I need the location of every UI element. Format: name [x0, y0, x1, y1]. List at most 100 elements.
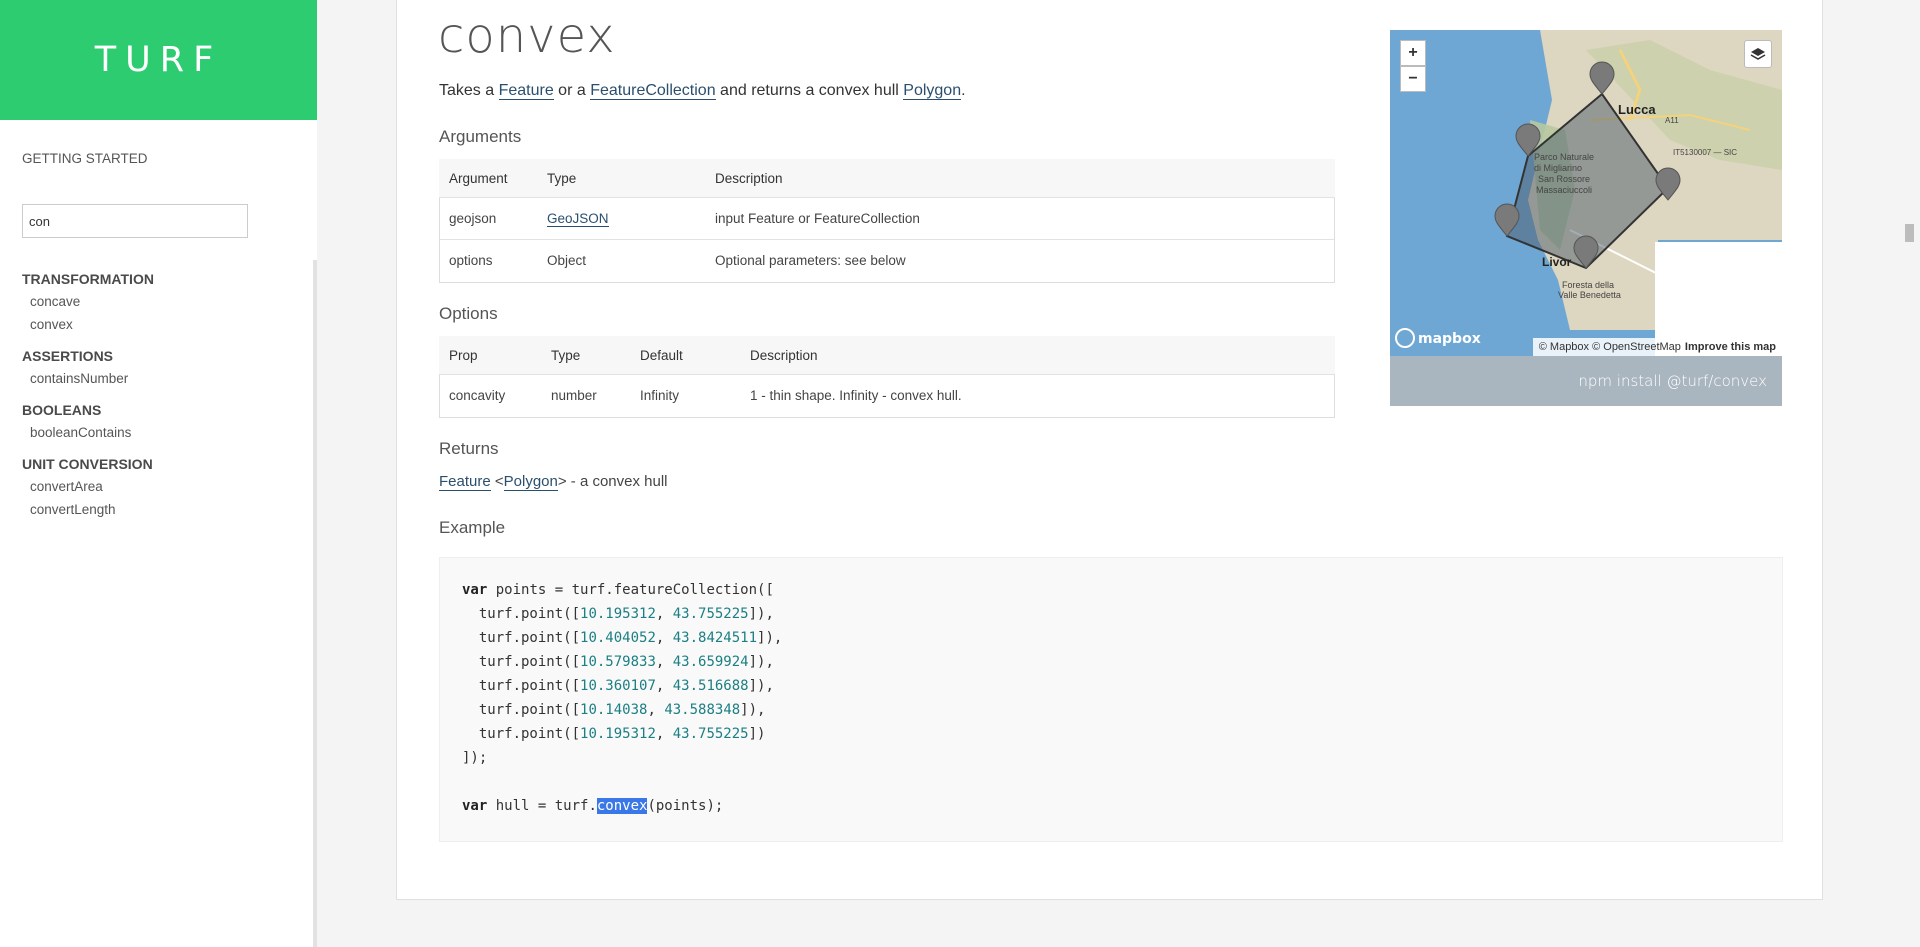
code-text: hull = turf.: [487, 798, 597, 814]
map-label-a11: A11: [1665, 116, 1679, 125]
code-number: 43.588348: [664, 702, 741, 718]
table-cell: Infinity: [630, 374, 740, 416]
table-row: concavity number Infinity 1 - thin shape…: [439, 374, 1335, 416]
nav-item-convex[interactable]: convex: [30, 317, 73, 332]
returns-lt: <: [490, 473, 504, 490]
arguments-heading: Arguments: [439, 127, 522, 146]
table-cell: geojson: [439, 197, 537, 240]
feature-link[interactable]: Feature: [498, 82, 554, 100]
code-number: 43.8424511: [672, 630, 758, 646]
map-attribution: © Mapbox © OpenStreetMap Improve this ma…: [1532, 338, 1782, 356]
table-cell: concavity: [439, 374, 541, 416]
code-number: 10.404052: [580, 630, 656, 646]
selected-text-convex[interactable]: convex: [596, 798, 648, 814]
zoom-in-button[interactable]: +: [1400, 40, 1426, 66]
col-header: Description: [705, 159, 1335, 198]
table-cell: number: [541, 374, 630, 416]
returns-heading: Returns: [439, 439, 499, 458]
map-label-park-4: Massaciuccoli: [1536, 185, 1592, 195]
page-title: convex: [438, 8, 616, 64]
code-number: 10.195312: [580, 606, 656, 622]
map-label-forest-2: Valle Benedetta: [1558, 290, 1621, 300]
nav-heading-unit-conversion: UNIT CONVERSION: [22, 456, 153, 472]
nav-item-containsnumber[interactable]: containsNumber: [30, 371, 128, 386]
map-label-park-3: San Rossore: [1538, 174, 1590, 184]
geojson-type-link[interactable]: GeoJSON: [547, 211, 609, 227]
returns-polygon-link[interactable]: Polygon: [503, 473, 558, 491]
options-heading: Options: [439, 304, 498, 323]
arguments-table: Argument Type Description geojson GeoJSO…: [439, 159, 1335, 281]
install-command-text[interactable]: npm install @turf/convex: [1578, 372, 1767, 390]
table-cell: 1 - thin shape. Infinity - convex hull.: [740, 374, 1335, 416]
summary-text: Takes a Feature or a FeatureCollection a…: [439, 82, 966, 100]
nav-item-booleancontains[interactable]: booleanContains: [30, 425, 131, 440]
brand-logo-text[interactable]: TURF: [95, 40, 222, 80]
table-row: geojson GeoJSON input Feature or Feature…: [439, 197, 1335, 240]
zoom-out-button[interactable]: −: [1400, 66, 1426, 92]
table-header-row: Argument Type Description: [439, 159, 1335, 198]
table-cell: input Feature or FeatureCollection: [705, 197, 1335, 240]
table-header-row: Prop Type Default Description: [439, 336, 1335, 375]
map-canvas[interactable]: Lucca A11 IT5130007 — SIC Parco Naturale…: [1390, 30, 1782, 356]
nav-heading-booleans: BOOLEANS: [22, 402, 102, 418]
brand-header[interactable]: TURF: [0, 0, 317, 120]
map-label-sic: IT5130007 — SIC: [1673, 148, 1737, 157]
sidebar: TURF GETTING STARTED TRANSFORMATION conc…: [0, 0, 317, 947]
install-command: npm install @turf/convex: [1390, 356, 1782, 406]
summary-text-1: Takes a: [439, 82, 499, 99]
map-label-park-2: di Migliarino: [1534, 163, 1582, 173]
map-view[interactable]: Lucca A11 IT5130007 — SIC Parco Naturale…: [1390, 30, 1782, 356]
returns-desc: > - a convex hull: [557, 473, 668, 490]
mapbox-logo-text[interactable]: mapbox: [1418, 331, 1481, 347]
search-input[interactable]: [22, 204, 248, 238]
code-number: 10.195312: [580, 726, 656, 742]
code-text: (points);: [647, 798, 724, 814]
nav-getting-started[interactable]: GETTING STARTED: [22, 151, 148, 166]
nav-heading-assertions: ASSERTIONS: [22, 348, 114, 364]
code-number: 10.360107: [580, 678, 656, 694]
table-cell: options: [439, 239, 537, 281]
summary-text-2: or a: [553, 82, 591, 99]
featurecollection-link[interactable]: FeatureCollection: [590, 82, 716, 100]
returns-text: Feature <Polygon> - a convex hull: [439, 473, 668, 491]
improve-map-link[interactable]: Improve this map: [1685, 341, 1776, 353]
mapbox-logo-icon[interactable]: [1395, 328, 1415, 348]
map-label-park-1: Parco Naturale: [1534, 152, 1594, 162]
col-header: Default: [630, 336, 740, 375]
code-text: points = turf.featureCollection([: [487, 582, 774, 598]
layers-button[interactable]: [1744, 40, 1772, 68]
code-text: ]);: [462, 750, 488, 766]
sidebar-scroll-track[interactable]: [313, 260, 317, 947]
code-keyword: var: [462, 798, 488, 814]
layers-icon: [1750, 48, 1766, 60]
table-row: options Object Optional parameters: see …: [439, 239, 1335, 281]
col-header: Type: [537, 159, 705, 198]
col-header: Type: [541, 336, 630, 375]
returns-feature-link[interactable]: Feature: [439, 473, 491, 491]
nav-item-concave[interactable]: concave: [30, 294, 80, 309]
code-number: 10.14038: [580, 702, 648, 718]
nav-heading-transformation: TRANSFORMATION: [22, 271, 154, 287]
col-header: Description: [740, 336, 1335, 375]
page-scrollbar-thumb[interactable]: [1905, 224, 1914, 242]
nav-item-convertlength[interactable]: convertLength: [30, 502, 116, 517]
table-cell: Object: [537, 239, 705, 281]
map-label-forest-1: Foresta della: [1562, 280, 1614, 290]
table-cell: Optional parameters: see below: [705, 239, 1335, 281]
code-keyword: var: [462, 582, 488, 598]
nav-item-convertarea[interactable]: convertArea: [30, 479, 103, 494]
code-number: 43.755225: [672, 726, 749, 742]
polygon-link[interactable]: Polygon: [903, 82, 962, 100]
options-table: Prop Type Default Description concavity …: [439, 336, 1335, 416]
table-cell: GeoJSON: [537, 197, 705, 240]
attribution-text[interactable]: © Mapbox © OpenStreetMap: [1539, 341, 1681, 353]
code-number: 10.579833: [580, 654, 656, 670]
summary-text-3: and returns a convex hull: [715, 82, 904, 99]
example-heading: Example: [439, 518, 506, 537]
col-header: Prop: [439, 336, 541, 375]
map-label-livorno: Livor: [1542, 255, 1572, 269]
summary-text-4: .: [961, 82, 966, 99]
code-number: 43.659924: [672, 654, 749, 670]
code-number: 43.516688: [672, 678, 749, 694]
example-code-block[interactable]: var points = turf.featureCollection([ tu…: [439, 557, 1783, 842]
